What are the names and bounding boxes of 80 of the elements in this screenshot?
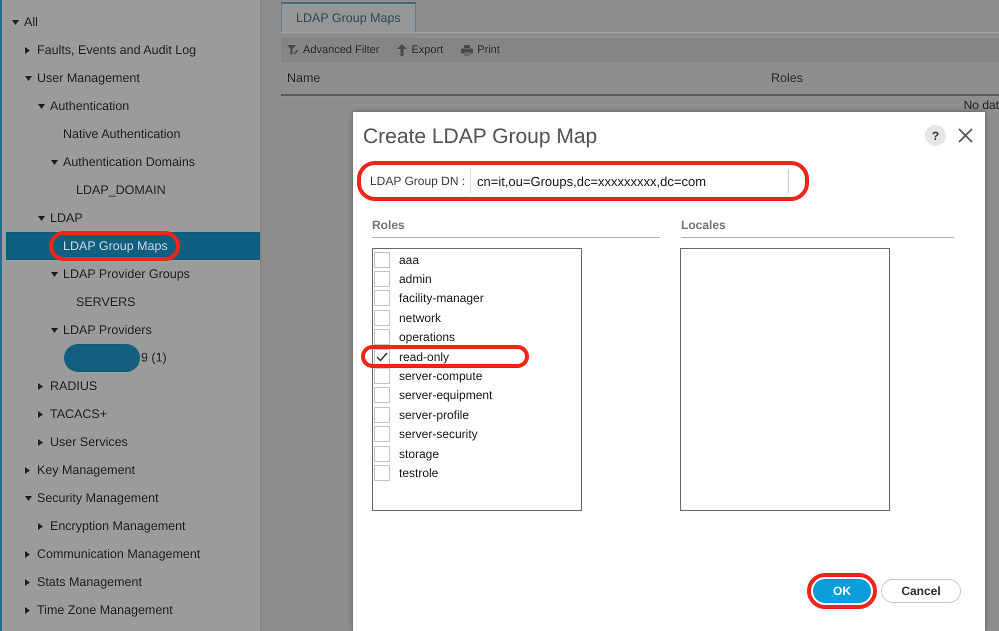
toolbar-button[interactable]: Export — [397, 44, 444, 56]
tree-item[interactable]: Authentication — [2, 92, 260, 120]
tree-item[interactable]: LDAP Providers — [2, 316, 260, 344]
tree-item[interactable]: Stats Management — [2, 568, 260, 596]
tree-item[interactable]: Native Authentication — [2, 120, 260, 148]
caret-down-icon[interactable] — [51, 328, 58, 332]
role-label: operations — [399, 330, 456, 344]
up-arrow-icon — [397, 44, 408, 56]
caret-right-icon[interactable] — [38, 410, 43, 418]
tab[interactable]: LDAP Group Maps — [281, 2, 416, 32]
tree-item[interactable]: All — [2, 8, 260, 36]
section-heading: Locales — [681, 218, 954, 238]
tree-item[interactable]: Encryption Management — [2, 512, 260, 540]
tree-item[interactable]: LDAP Group Maps — [6, 232, 260, 260]
caret-down-icon[interactable] — [38, 104, 45, 108]
tree-item[interactable]: Faults, Events and Audit Log — [2, 36, 260, 64]
role-label: network — [399, 310, 442, 325]
help-button[interactable]: ? — [925, 125, 946, 146]
checkbox[interactable] — [374, 446, 390, 462]
dialog-button[interactable]: OK — [813, 579, 871, 603]
caret-down-icon[interactable] — [38, 216, 45, 220]
section-heading: Roles — [372, 218, 660, 238]
toolbar-button[interactable]: Print — [461, 44, 500, 56]
checkbox[interactable] — [374, 387, 390, 404]
printer-icon — [461, 44, 474, 56]
role-label: server-equipment — [399, 388, 492, 402]
tree-item[interactable]: SERVERS — [2, 288, 260, 316]
toolbar-button[interactable]: Advanced Filter — [287, 44, 380, 56]
close-icon[interactable] — [958, 128, 973, 143]
tree-item[interactable]: Authentication Domains — [2, 148, 260, 176]
tree-item[interactable]: RADIUS — [2, 372, 260, 400]
caret-right-icon[interactable] — [25, 606, 30, 614]
role-label: aaa — [399, 252, 420, 267]
dialog-button[interactable]: Cancel — [881, 579, 961, 603]
tree-item[interactable]: Security Management — [2, 484, 260, 512]
role-label: read-only — [399, 350, 450, 364]
checkbox[interactable] — [374, 368, 390, 384]
checkbox[interactable] — [374, 252, 390, 268]
checkbox[interactable] — [374, 348, 390, 365]
column-header: Name — [286, 71, 322, 85]
caret-right-icon[interactable] — [25, 578, 30, 586]
caret-right-icon[interactable] — [38, 522, 43, 530]
role-label: facility-manager — [399, 291, 484, 306]
tree-item[interactable]: LDAP — [2, 204, 260, 232]
column-header: Roles — [771, 71, 803, 85]
role-label: server-security — [399, 427, 478, 442]
checkbox[interactable] — [374, 329, 390, 346]
tree-item[interactable]: LDAP_DOMAIN — [2, 176, 260, 204]
empty-message: No dat — [964, 98, 999, 112]
checkbox[interactable] — [374, 271, 390, 288]
checkbox[interactable] — [374, 310, 390, 326]
tree-item[interactable]: Communication Management — [2, 540, 260, 568]
caret-right-icon[interactable] — [25, 550, 30, 558]
caret-right-icon[interactable] — [38, 382, 43, 390]
caret-right-icon[interactable] — [38, 438, 43, 446]
caret-down-icon[interactable] — [12, 20, 19, 24]
caret-down-icon[interactable] — [25, 76, 32, 80]
role-label: admin — [399, 272, 432, 286]
caret-right-icon[interactable] — [25, 466, 30, 474]
filter-icon — [287, 44, 299, 56]
tree-item[interactable]: 9 (1) — [2, 344, 260, 372]
checkbox[interactable] — [374, 426, 390, 442]
dialog-title: Create LDAP Group Map — [363, 124, 598, 148]
caret-down-icon[interactable] — [25, 496, 32, 500]
tree-item[interactable]: LDAP Provider Groups — [2, 260, 260, 288]
tree-item[interactable]: Time Zone Management — [2, 596, 260, 624]
caret-down-icon[interactable] — [51, 160, 58, 164]
tree-item[interactable]: TACACS+ — [2, 400, 260, 428]
checkbox[interactable] — [374, 290, 390, 306]
caret-right-icon[interactable] — [25, 46, 30, 54]
tree-item[interactable]: User Services — [2, 428, 260, 456]
checkbox[interactable] — [374, 406, 390, 423]
tree-item[interactable]: User Management — [2, 64, 260, 92]
role-label: server-compute — [399, 369, 482, 384]
checkbox[interactable] — [374, 464, 390, 481]
role-label: server-profile — [399, 408, 470, 422]
caret-down-icon[interactable] — [51, 272, 58, 276]
role-label: storage — [399, 446, 440, 461]
tree-item[interactable]: Key Management — [2, 456, 260, 484]
role-label: testrole — [399, 466, 438, 480]
